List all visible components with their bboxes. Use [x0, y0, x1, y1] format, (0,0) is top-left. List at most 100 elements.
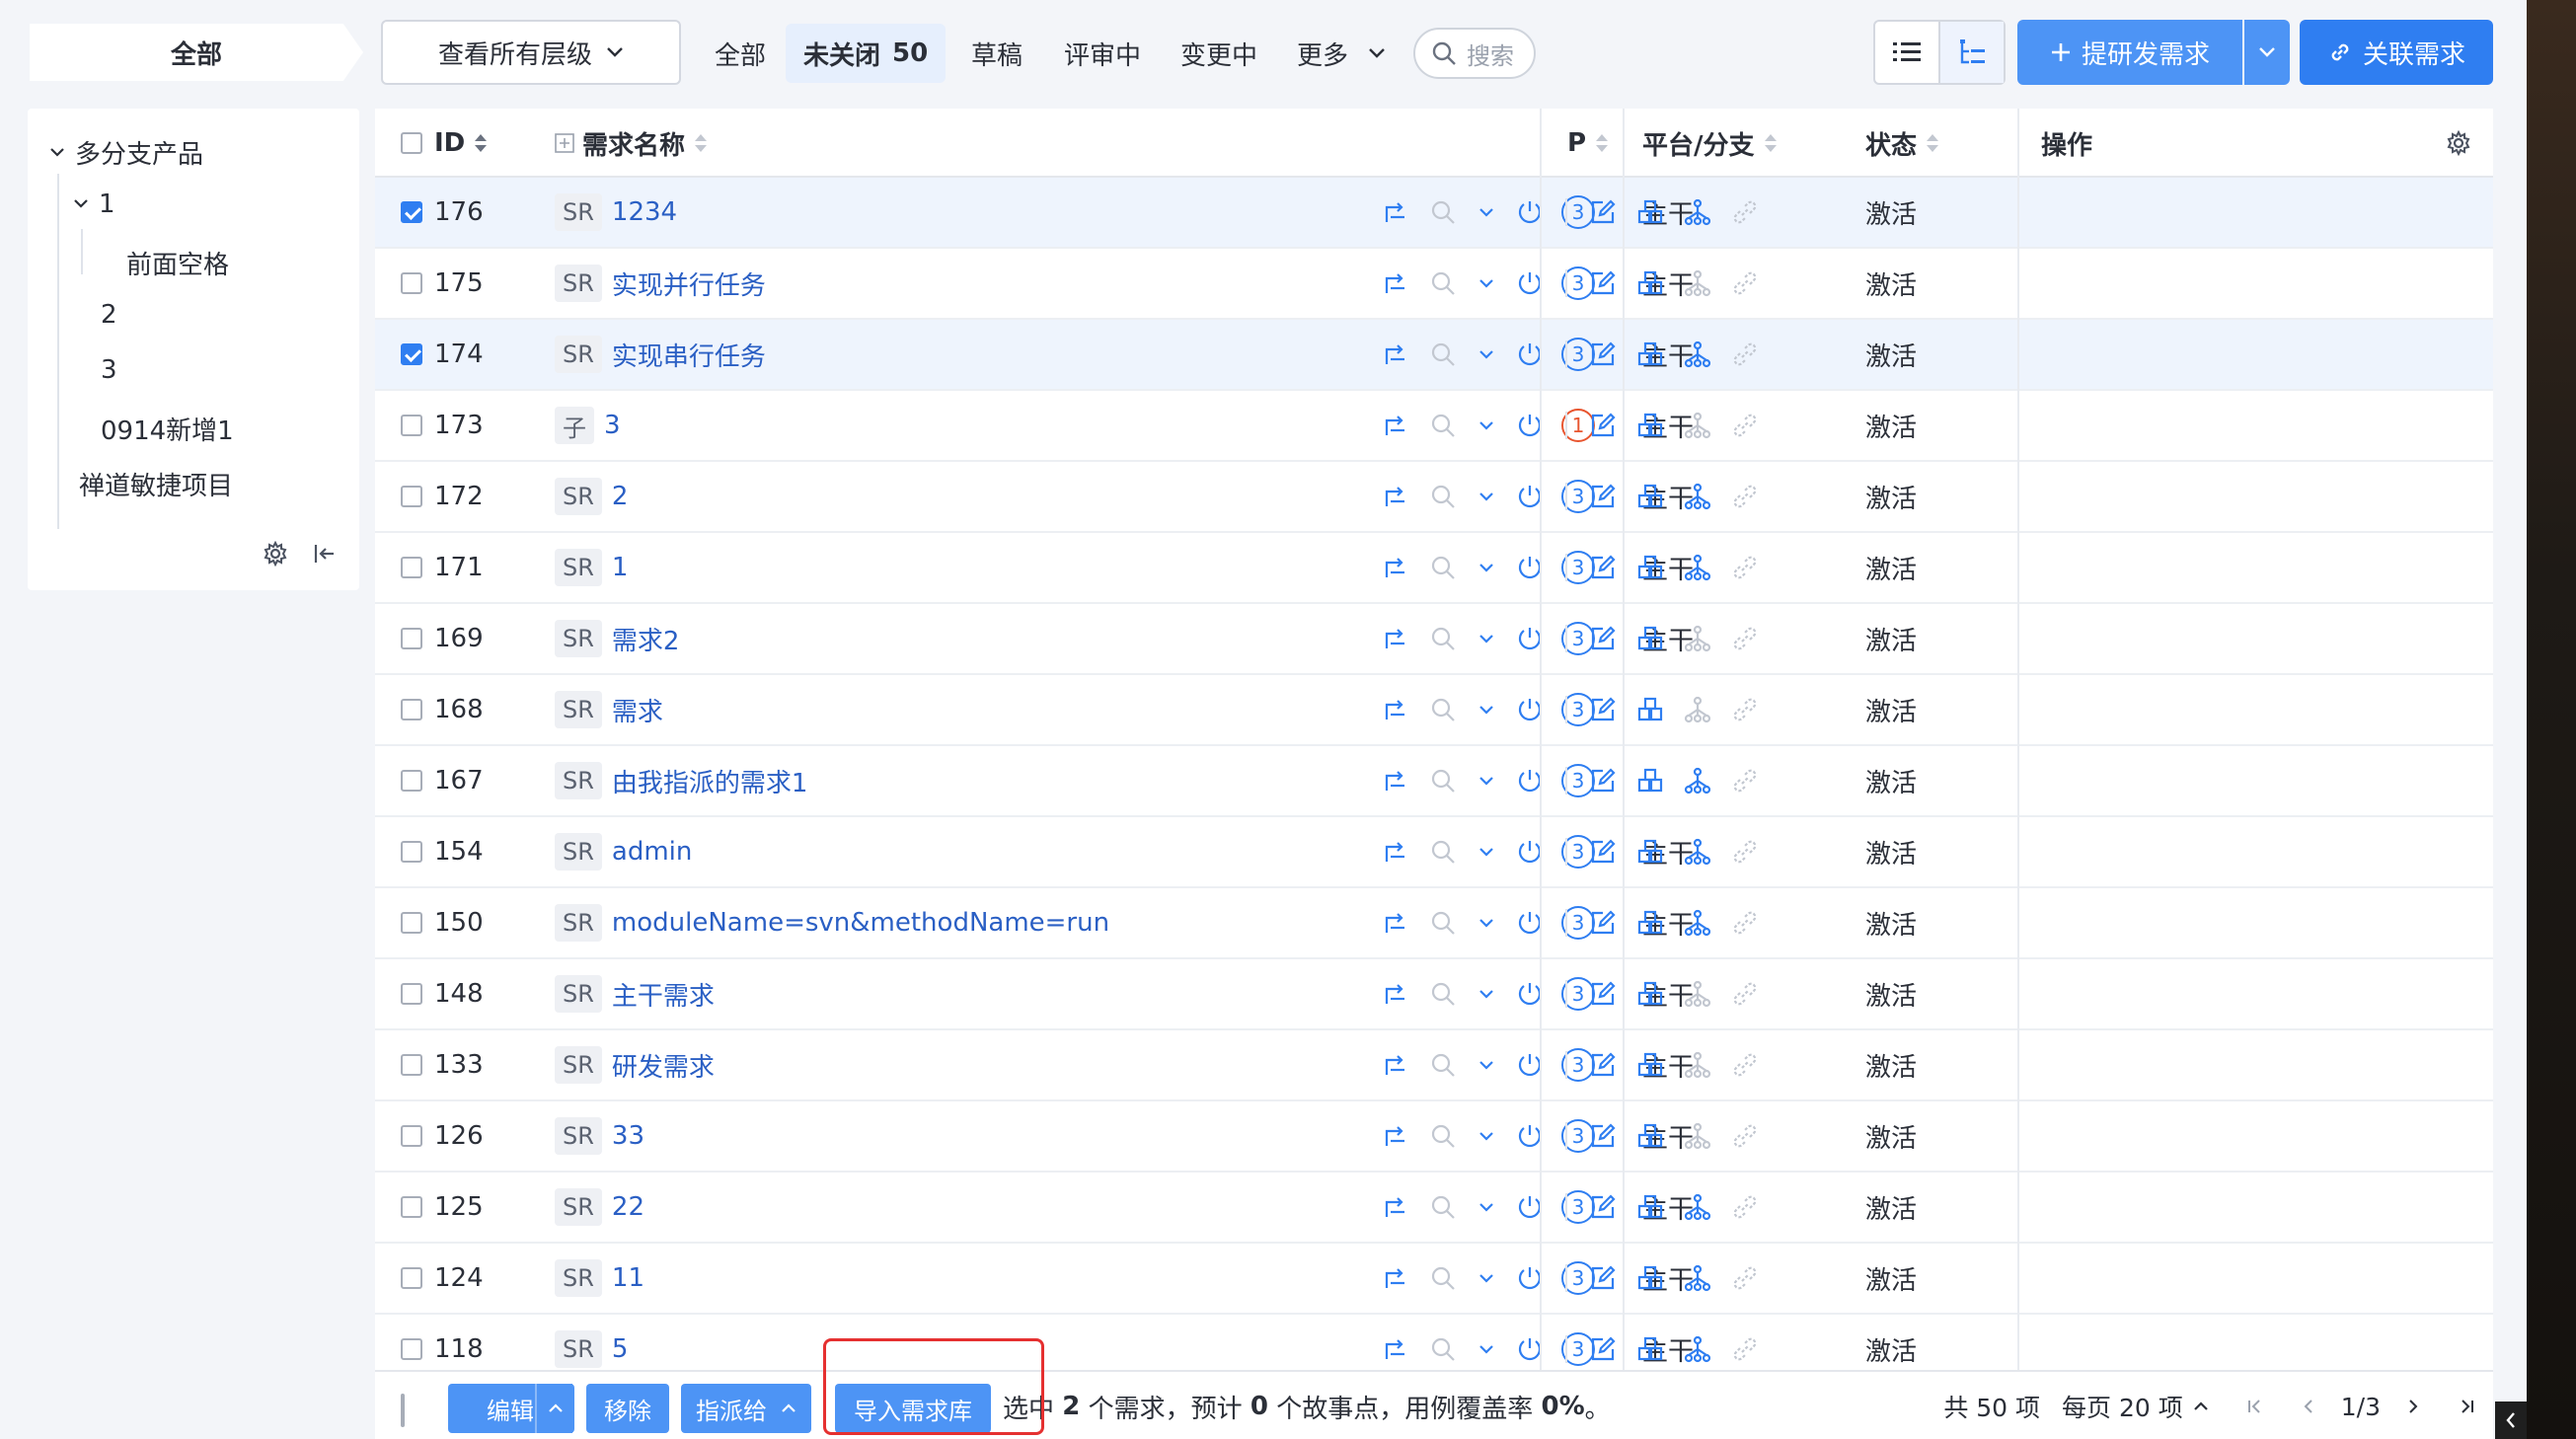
split-icon[interactable]: [1627, 767, 1674, 795]
change-icon[interactable]: [1372, 980, 1419, 1008]
close-story-icon[interactable]: [1506, 341, 1553, 368]
split-icon[interactable]: [1627, 412, 1674, 439]
split-icon[interactable]: [1627, 1122, 1674, 1150]
row-checkbox[interactable]: [401, 320, 422, 389]
column-priority[interactable]: P: [1567, 109, 1610, 178]
sub-story-icon[interactable]: [1674, 1193, 1721, 1221]
story-name-link[interactable]: 1: [612, 553, 629, 582]
tree-item-0914[interactable]: 0914新增1: [101, 411, 234, 447]
unlink-icon[interactable]: [1721, 767, 1769, 795]
change-icon[interactable]: [1372, 625, 1419, 652]
edit-icon[interactable]: [1579, 625, 1627, 652]
table-row[interactable]: 168 SR 需求 3 激活: [375, 675, 2493, 746]
edit-icon[interactable]: [1579, 980, 1627, 1008]
sub-story-icon[interactable]: [1674, 341, 1721, 368]
batch-remove-button[interactable]: 移除: [586, 1384, 669, 1433]
row-checkbox[interactable]: [401, 746, 422, 815]
change-icon[interactable]: [1372, 1193, 1419, 1221]
change-icon[interactable]: [1372, 412, 1419, 439]
split-icon[interactable]: [1627, 1264, 1674, 1292]
table-row[interactable]: 126 SR 33 3 主干 激活: [375, 1101, 2493, 1173]
change-icon[interactable]: [1372, 838, 1419, 866]
chevron-down-icon[interactable]: [1467, 988, 1506, 1000]
sub-story-icon[interactable]: [1674, 838, 1721, 866]
review-icon[interactable]: [1419, 1264, 1467, 1292]
table-row[interactable]: 133 SR 研发需求 3 主干 激活: [375, 1030, 2493, 1101]
sub-story-icon[interactable]: [1674, 767, 1721, 795]
prev-page-button[interactable]: [2282, 1398, 2335, 1415]
close-story-icon[interactable]: [1506, 696, 1553, 723]
split-icon[interactable]: [1627, 909, 1674, 937]
change-icon[interactable]: [1372, 1051, 1419, 1079]
story-name-link[interactable]: 33: [612, 1121, 644, 1151]
sub-story-icon[interactable]: [1674, 980, 1721, 1008]
sub-story-icon[interactable]: [1674, 1051, 1721, 1079]
chevron-down-icon[interactable]: [1467, 419, 1506, 431]
column-status[interactable]: 状态: [1865, 109, 1940, 178]
table-row[interactable]: 172 SR 2 3 主干 激活: [375, 462, 2493, 533]
chevron-down-icon[interactable]: [1467, 1130, 1506, 1142]
row-checkbox[interactable]: [401, 1101, 422, 1171]
expand-all-icon[interactable]: [555, 133, 574, 153]
edit-icon[interactable]: [1579, 269, 1627, 297]
split-icon[interactable]: [1627, 554, 1674, 581]
unlink-icon[interactable]: [1721, 554, 1769, 581]
chevron-down-icon[interactable]: [1467, 562, 1506, 573]
unlink-icon[interactable]: [1721, 980, 1769, 1008]
edit-icon[interactable]: [1579, 198, 1627, 226]
tree-item-project[interactable]: 禅道敏捷项目: [79, 466, 233, 502]
review-icon[interactable]: [1419, 1335, 1467, 1363]
batch-assign-button[interactable]: 指派给: [681, 1384, 811, 1433]
story-name-link[interactable]: 22: [612, 1192, 644, 1222]
row-checkbox[interactable]: [401, 817, 422, 886]
change-icon[interactable]: [1372, 1122, 1419, 1150]
review-icon[interactable]: [1419, 198, 1467, 226]
sub-story-icon[interactable]: [1674, 625, 1721, 652]
split-icon[interactable]: [1627, 269, 1674, 297]
unlink-icon[interactable]: [1721, 696, 1769, 723]
tab-all[interactable]: 全部: [697, 24, 784, 83]
sub-story-icon[interactable]: [1674, 1335, 1721, 1363]
row-checkbox[interactable]: [401, 391, 422, 460]
edit-icon[interactable]: [1579, 696, 1627, 723]
unlink-icon[interactable]: [1721, 1264, 1769, 1292]
row-checkbox[interactable]: [401, 1244, 422, 1313]
review-icon[interactable]: [1419, 1193, 1467, 1221]
unlink-icon[interactable]: [1721, 341, 1769, 368]
row-checkbox[interactable]: [401, 178, 422, 247]
story-name-link[interactable]: 实现并行任务: [612, 265, 766, 302]
change-icon[interactable]: [1372, 1264, 1419, 1292]
close-story-icon[interactable]: [1506, 198, 1553, 226]
chevron-down-icon[interactable]: [1467, 633, 1506, 644]
tree-item-blank-prefix[interactable]: 前面空格: [126, 245, 229, 281]
table-row[interactable]: 174 SR 实现串行任务 3 主干 激活: [375, 320, 2493, 391]
chevron-down-icon[interactable]: [1467, 348, 1506, 360]
story-name-link[interactable]: 11: [612, 1263, 644, 1293]
table-row[interactable]: 175 SR 实现并行任务 3 主干 激活: [375, 249, 2493, 320]
close-story-icon[interactable]: [1506, 838, 1553, 866]
edit-icon[interactable]: [1579, 767, 1627, 795]
table-row[interactable]: 154 SR admin 3 主干 激活: [375, 817, 2493, 888]
row-checkbox[interactable]: [401, 1030, 422, 1099]
row-checkbox[interactable]: [401, 1315, 422, 1370]
review-icon[interactable]: [1419, 554, 1467, 581]
story-name-link[interactable]: 研发需求: [612, 1047, 715, 1084]
change-icon[interactable]: [1372, 767, 1419, 795]
sub-story-icon[interactable]: [1674, 1264, 1721, 1292]
change-icon[interactable]: [1372, 483, 1419, 510]
batch-edit-dropdown[interactable]: [535, 1384, 574, 1433]
tree-item-root[interactable]: 多分支产品: [49, 134, 203, 171]
sub-story-icon[interactable]: [1674, 269, 1721, 297]
close-story-icon[interactable]: [1506, 980, 1553, 1008]
table-row[interactable]: 125 SR 22 3 主干 激活: [375, 1173, 2493, 1244]
unlink-icon[interactable]: [1721, 909, 1769, 937]
table-row[interactable]: 171 SR 1 3 主干 激活: [375, 533, 2493, 604]
chevron-down-icon[interactable]: [1467, 704, 1506, 716]
story-name-link[interactable]: 2: [612, 482, 629, 511]
story-name-link[interactable]: 主干需求: [612, 976, 715, 1013]
column-name[interactable]: 需求名称: [555, 109, 709, 178]
row-checkbox[interactable]: [401, 1173, 422, 1242]
sub-story-icon[interactable]: [1674, 696, 1721, 723]
change-icon[interactable]: [1372, 269, 1419, 297]
tree-view-button[interactable]: [1938, 22, 2004, 83]
